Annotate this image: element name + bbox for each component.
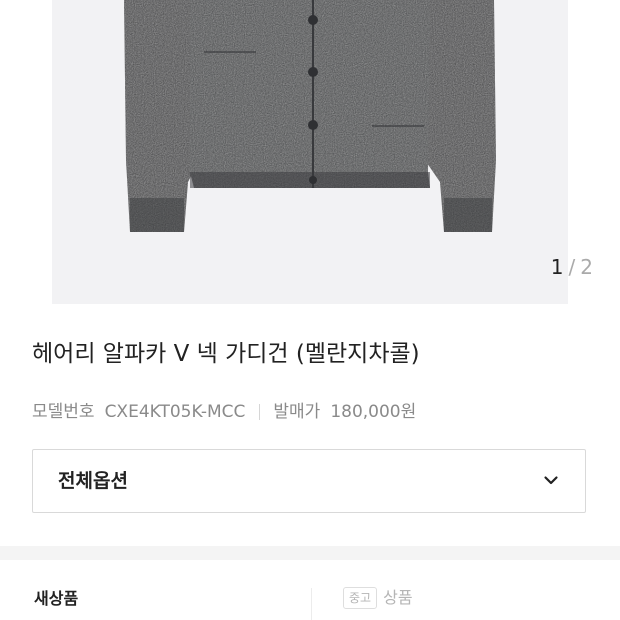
- chevron-down-icon: [544, 476, 558, 485]
- product-image-carousel[interactable]: 1/2: [0, 0, 620, 304]
- new-product-tab[interactable]: 새상품: [34, 588, 78, 610]
- used-product-label: 상품: [383, 588, 413, 607]
- release-price-value: 180,000원: [330, 402, 417, 422]
- condition-divider: [311, 588, 312, 620]
- option-select-label: 전체옵션: [58, 470, 128, 492]
- product-meta: 모델번호 CXE4KT05K-MCC 발매가 180,000원: [32, 400, 416, 424]
- pager-total: 2: [580, 255, 594, 279]
- meta-divider: [259, 404, 261, 420]
- model-number-value: CXE4KT05K-MCC: [104, 402, 246, 422]
- pager-separator: /: [568, 255, 577, 279]
- condition-tabs: 새상품 중고 상품: [0, 560, 620, 620]
- product-image: [124, 0, 496, 232]
- pager-current: 1: [550, 255, 565, 279]
- product-title: 헤어리 알파카 V 넥 가디건 (멜란지차콜): [32, 341, 420, 367]
- image-pager: 1/2: [551, 255, 594, 279]
- section-separator: [0, 546, 620, 560]
- used-badge: 중고: [343, 587, 378, 609]
- option-select[interactable]: 전체옵션: [32, 449, 586, 513]
- used-product-tab[interactable]: 중고 상품: [343, 587, 413, 609]
- model-number-label: 모델번호: [32, 402, 95, 422]
- release-price-label: 발매가: [273, 402, 321, 422]
